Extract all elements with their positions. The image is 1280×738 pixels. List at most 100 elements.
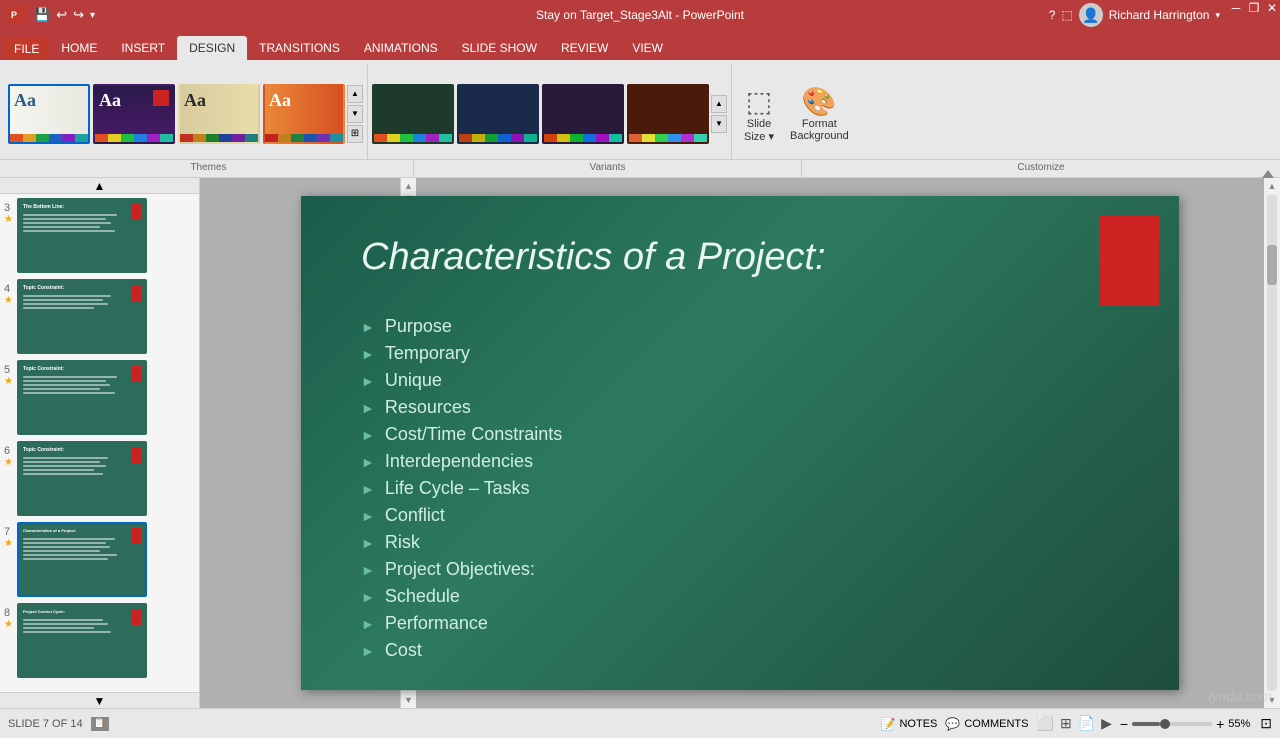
ribbon-tabs: FILE HOME INSERT DESIGN TRANSITIONS ANIM…	[0, 30, 1280, 60]
bullet-performance: ► Performance	[361, 613, 562, 634]
themes-section-label: Themes	[4, 160, 414, 177]
format-background-btn[interactable]: 🎨 FormatBackground	[786, 81, 853, 147]
zoom-level[interactable]: 55%	[1228, 718, 1256, 730]
user-avatar: 👤	[1079, 3, 1103, 27]
bullet-unique: ► Unique	[361, 370, 562, 391]
tab-file[interactable]: FILE	[4, 38, 49, 60]
slide-star: ★	[4, 538, 13, 549]
slideshow-icon[interactable]: ▶	[1101, 715, 1112, 732]
slide-sorter-icon[interactable]: ⊞	[1060, 715, 1072, 732]
undo-btn[interactable]: ↩	[54, 5, 69, 25]
redo-btn[interactable]: ↪	[71, 5, 86, 25]
help-btn[interactable]: ?	[1049, 8, 1056, 22]
tab-design[interactable]: DESIGN	[177, 36, 247, 60]
tab-slideshow[interactable]: SLIDE SHOW	[450, 36, 549, 60]
canvas-vscroll-track	[1267, 195, 1277, 691]
tab-animations[interactable]: ANIMATIONS	[352, 36, 450, 60]
variant-3[interactable]	[542, 84, 624, 144]
view-icons: ⬜ ⊞ 📄 ▶	[1037, 715, 1112, 732]
zoom-out-btn[interactable]: −	[1120, 716, 1128, 732]
bullet-text: Cost	[385, 640, 422, 661]
canvas-vscroll-up[interactable]: ▲	[1268, 179, 1277, 193]
bullet-schedule: ► Schedule	[361, 586, 562, 607]
theme-4[interactable]: Aa	[263, 84, 345, 144]
lynda-watermark: lynda.com	[1208, 688, 1272, 704]
zoom-track[interactable]	[1132, 722, 1212, 726]
slide-size-btn[interactable]: ⬚ SlideSize ▾	[740, 81, 778, 147]
variants-scroll-down[interactable]: ▼	[711, 115, 727, 133]
notes-view-btn[interactable]: 📋	[91, 717, 109, 731]
customize-section-label: Customize	[802, 160, 1280, 177]
slide-star: ★	[4, 457, 13, 468]
slide-thumb-4[interactable]: Topic Constraint:	[17, 279, 147, 354]
bullet-arrow-icon: ►	[361, 481, 375, 497]
themes-more[interactable]: ⊞	[347, 125, 363, 143]
bullet-text: Cost/Time Constraints	[385, 424, 562, 445]
bullet-arrow-icon: ►	[361, 373, 375, 389]
slide-thumb-3[interactable]: The Bottom Line:	[17, 198, 147, 273]
slide-item-7[interactable]: 7 ★ Characteristics of a Project:	[4, 522, 195, 597]
bullet-costtime: ► Cost/Time Constraints	[361, 424, 562, 445]
bullet-text: Project Objectives:	[385, 559, 535, 580]
tab-view[interactable]: VIEW	[620, 36, 675, 60]
restore-btn[interactable]: ❐	[1246, 0, 1262, 16]
notes-label: NOTES	[899, 718, 937, 730]
tab-home[interactable]: HOME	[49, 36, 109, 60]
bullet-arrow-icon: ►	[361, 562, 375, 578]
save-btn[interactable]: 💾	[32, 5, 52, 25]
ribbon-display-btn[interactable]: ⬚	[1061, 8, 1072, 22]
panel-vscroll-up[interactable]: ▲	[404, 179, 413, 193]
canvas-vscroll-handle[interactable]	[1267, 245, 1277, 285]
tab-transitions[interactable]: TRANSITIONS	[247, 36, 352, 60]
user-name[interactable]: Richard Harrington	[1109, 8, 1210, 22]
notes-btn[interactable]: 📝 NOTES	[881, 717, 938, 731]
bullet-text: Resources	[385, 397, 471, 418]
slide-star: ★	[4, 376, 13, 387]
slide-item-3[interactable]: 3 ★ The Bottom Line:	[4, 198, 195, 273]
themes-scroll-up[interactable]: ▲	[347, 85, 363, 103]
bullet-arrow-icon: ►	[361, 454, 375, 470]
slide-canvas: Characteristics of a Project: ► Purpose …	[301, 196, 1179, 690]
variant-4[interactable]	[627, 84, 709, 144]
slide-title: Characteristics of a Project:	[361, 236, 826, 279]
slide-item-4[interactable]: 4 ★ Topic Constraint:	[4, 279, 195, 354]
variants-scroll-up[interactable]: ▲	[711, 95, 727, 113]
tab-insert[interactable]: INSERT	[109, 36, 177, 60]
theme-3[interactable]: Aa	[178, 84, 260, 144]
slide-thumb-6[interactable]: Topic Constraint:	[17, 441, 147, 516]
panel-vscroll-down[interactable]: ▼	[404, 693, 413, 707]
slide-number: 7	[4, 526, 10, 538]
user-dropdown[interactable]: ▾	[1215, 10, 1220, 21]
comments-btn[interactable]: 💬 COMMENTS	[945, 717, 1028, 731]
slide-item-5[interactable]: 5 ★ Topic Constraint:	[4, 360, 195, 435]
slide-thumb-8[interactable]: Project Control Cycle:	[17, 603, 147, 678]
panel-scroll-up[interactable]: ▲	[0, 178, 199, 194]
variant-2[interactable]	[457, 84, 539, 144]
close-btn[interactable]: ✕	[1264, 0, 1280, 16]
slide-thumb-7[interactable]: Characteristics of a Project:	[17, 522, 147, 597]
tab-review[interactable]: REVIEW	[549, 36, 620, 60]
bullet-arrow-icon: ►	[361, 589, 375, 605]
slide-item-6[interactable]: 6 ★ Topic Constraint:	[4, 441, 195, 516]
comments-label: COMMENTS	[964, 718, 1028, 730]
status-bar: SLIDE 7 OF 14 📋 📝 NOTES 💬 COMMENTS ⬜ ⊞ 📄…	[0, 708, 1280, 738]
normal-view-icon[interactable]: ⬜	[1037, 715, 1054, 732]
zoom-in-btn[interactable]: +	[1216, 716, 1224, 732]
bullet-interdep: ► Interdependencies	[361, 451, 562, 472]
minimize-btn[interactable]: ─	[1228, 0, 1244, 16]
theme-1[interactable]: Aa	[8, 84, 90, 144]
main-area: ▲ 3 ★ The Bottom Line:	[0, 178, 1280, 708]
bullet-text: Risk	[385, 532, 420, 553]
slide-thumb-5[interactable]: Topic Constraint:	[17, 360, 147, 435]
bullet-arrow-icon: ►	[361, 400, 375, 416]
themes-scroll-down[interactable]: ▼	[347, 105, 363, 123]
reading-view-icon[interactable]: 📄	[1078, 715, 1095, 732]
slide-item-8[interactable]: 8 ★ Project Control Cycle:	[4, 603, 195, 678]
customize-qat-btn[interactable]: ▾	[88, 8, 97, 23]
theme-2[interactable]: Aa	[93, 84, 175, 144]
fit-slide-btn[interactable]: ⊡	[1260, 715, 1272, 732]
bullet-risk: ► Risk	[361, 532, 562, 553]
bullet-conflict: ► Conflict	[361, 505, 562, 526]
variant-1[interactable]	[372, 84, 454, 144]
panel-scroll-down[interactable]: ▼	[0, 692, 199, 708]
